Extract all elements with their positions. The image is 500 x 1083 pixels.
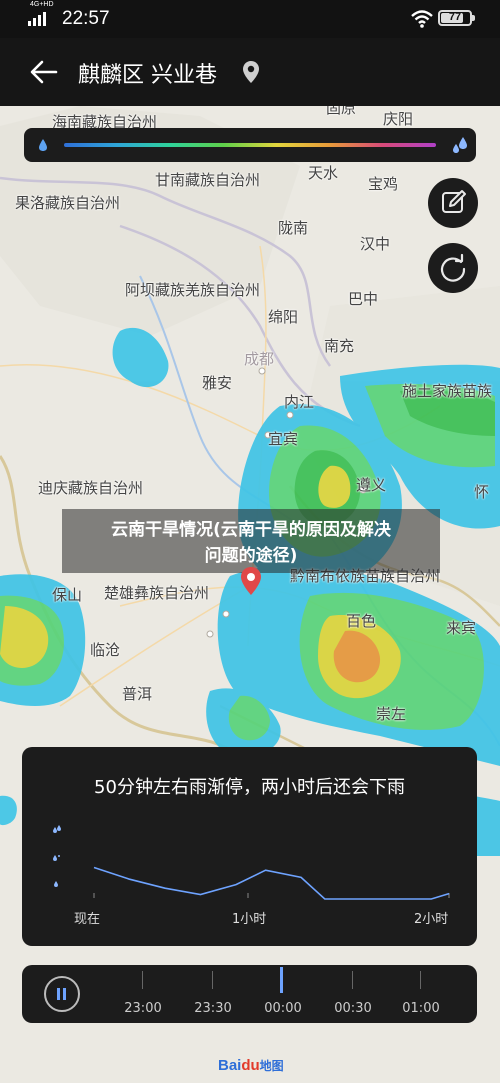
heavy-rain-icon [53, 825, 61, 833]
map-place-label: 绵阳 [268, 308, 299, 326]
precipitation-series-line [93, 866, 450, 900]
timeline-tick [420, 971, 421, 989]
logo-text: Bai [218, 1057, 242, 1074]
edit-button[interactable] [428, 178, 478, 228]
map-place-label: 阿坝藏族羌族自治州 [125, 281, 261, 299]
timeline-scrubber[interactable] [280, 967, 283, 993]
network-label: 4G+HD [30, 1, 54, 8]
map-place-label: 庆阳 [383, 110, 414, 128]
map-place-label: 南充 [324, 337, 355, 355]
map-place-label: 宝鸡 [368, 175, 399, 193]
timeline-time-label: 00:00 [264, 1001, 302, 1016]
timeline-time-label: 23:00 [124, 1001, 162, 1016]
timeline-time-label: 23:30 [194, 1001, 232, 1016]
wifi-icon [411, 10, 433, 28]
map-place-label: 成都 [244, 350, 275, 368]
pause-icon-bar [63, 988, 66, 1000]
battery-icon: 77 [438, 10, 472, 26]
baidu-map-logo: Baidu地图 [218, 1057, 284, 1074]
refresh-button[interactable] [428, 243, 478, 293]
battery-nub [472, 15, 475, 21]
map-place-label: 普洱 [122, 685, 153, 703]
map-place-label: 崇左 [376, 705, 407, 723]
refresh-icon [440, 253, 466, 282]
current-location-marker [241, 567, 261, 595]
map-place-label: 来宾 [446, 619, 477, 637]
logo-text-du: du [241, 1057, 260, 1074]
map-place-label: 施土家族苗族 [402, 382, 493, 400]
x-tick-label: 2小时 [414, 912, 449, 927]
clock: 22:57 [62, 8, 110, 29]
map-place-label: 百色 [346, 612, 377, 630]
top-app-bar: 麒麟区 兴业巷 [0, 38, 500, 106]
map-place-label: 汉中 [360, 235, 391, 253]
timeline-tick [212, 971, 213, 989]
light-rain-icon [54, 881, 58, 887]
heavy-rain-drops-icon [453, 137, 467, 153]
location-pin-icon[interactable] [242, 60, 260, 84]
map-place-label: 雅安 [202, 374, 233, 392]
battery-level: 77 [448, 11, 462, 23]
map-place-label: 遵义 [356, 476, 387, 494]
map-place-label: 宜宾 [268, 430, 299, 448]
timeline-tick [142, 971, 143, 989]
light-rain-drop-icon [39, 139, 47, 151]
map-place-label: 固原 [326, 106, 357, 117]
legend-gradient [64, 143, 436, 147]
location-title[interactable]: 麒麟区 兴业巷 [78, 57, 217, 89]
status-bar: 4G+HD 22:57 77 [0, 0, 500, 38]
timeline-time-label: 00:30 [334, 1001, 372, 1016]
timeline-tick [352, 971, 353, 989]
map-place-label: 陇南 [278, 219, 309, 237]
map-place-label: 迪庆藏族自治州 [38, 479, 144, 497]
overlay-title-line-1: 云南干旱情况(云南干旱的原因及解决 [111, 520, 391, 540]
moderate-rain-icon [53, 855, 60, 861]
logo-text-map: 地图 [259, 1059, 284, 1073]
rain-forecast-card: 50分钟左右雨渐停，两小时后还会下雨 现在 1小时 2小时 [22, 747, 477, 946]
article-title-overlay: 云南干旱情况(云南干旱的原因及解决 问题的途径) [62, 509, 440, 573]
radar-timeline[interactable]: 23:00 23:30 00:00 00:30 01:00 [22, 965, 477, 1023]
map-place-label: 甘南藏族自治州 [155, 171, 261, 189]
pause-icon [57, 988, 60, 1000]
map-place-label: 楚雄彝族自治州 [104, 584, 210, 602]
signal-icon [28, 12, 46, 26]
map-place-label: 巴中 [348, 290, 379, 308]
timeline-time-label: 01:00 [402, 1001, 440, 1016]
precipitation-legend [24, 128, 476, 162]
map-place-label: 果洛藏族自治州 [15, 194, 121, 212]
back-button[interactable] [28, 58, 60, 86]
edit-pencil-icon [442, 190, 466, 213]
pause-button[interactable] [44, 976, 80, 1012]
map-place-label: 内江 [284, 393, 315, 411]
x-tick-label: 1小时 [232, 912, 267, 927]
map-place-label: 天水 [308, 164, 339, 182]
map-place-label: 怀 [474, 483, 490, 501]
overlay-title-line-2: 问题的途径) [204, 546, 298, 566]
map-place-label: 保山 [52, 586, 83, 604]
x-tick-label: 现在 [74, 912, 101, 927]
map-place-label: 临沧 [90, 641, 121, 659]
